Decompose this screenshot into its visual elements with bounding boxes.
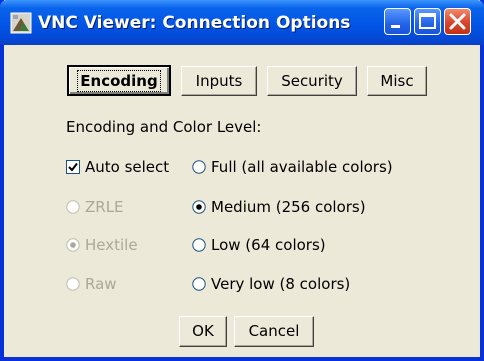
auto-select-label: Auto select bbox=[85, 158, 170, 176]
radio-unselected-icon bbox=[66, 277, 80, 291]
tab-misc-label: Misc bbox=[380, 72, 414, 90]
radio-selected-icon bbox=[66, 238, 80, 252]
radio-zrle-label: ZRLE bbox=[85, 198, 124, 216]
radio-color-full-label: Full (all available colors) bbox=[211, 158, 393, 176]
radio-unselected-icon bbox=[192, 277, 206, 291]
ok-button-label: OK bbox=[192, 322, 214, 340]
radio-unselected-icon bbox=[192, 160, 206, 174]
radio-color-low-label: Low (64 colors) bbox=[211, 236, 326, 254]
radio-color-very-low-label: Very low (8 colors) bbox=[211, 275, 351, 293]
dialog-content: Encoding Inputs Security Misc Encoding a… bbox=[4, 45, 480, 357]
minimize-button[interactable] bbox=[384, 8, 411, 35]
radio-unselected-icon bbox=[192, 238, 206, 252]
tab-encoding-label: Encoding bbox=[77, 70, 161, 92]
close-button[interactable] bbox=[444, 8, 471, 35]
cancel-button[interactable]: Cancel bbox=[234, 316, 314, 347]
radio-raw-label: Raw bbox=[85, 275, 117, 293]
radio-color-medium-label: Medium (256 colors) bbox=[211, 198, 366, 216]
cancel-button-label: Cancel bbox=[248, 322, 300, 340]
tab-encoding[interactable]: Encoding bbox=[67, 65, 171, 96]
tab-misc[interactable]: Misc bbox=[367, 66, 427, 96]
radio-selected-icon bbox=[192, 200, 206, 214]
title-bar[interactable]: VNC Viewer: Connection Options bbox=[0, 0, 484, 45]
minimize-icon bbox=[391, 25, 400, 28]
close-icon bbox=[449, 13, 466, 30]
radio-unselected-icon bbox=[66, 200, 80, 214]
maximize-button[interactable] bbox=[414, 8, 441, 35]
checkbox-checked-icon bbox=[66, 160, 80, 174]
vnc-app-icon bbox=[10, 12, 32, 34]
maximize-icon bbox=[419, 13, 436, 29]
tab-security-label: Security bbox=[281, 72, 343, 90]
connection-options-window: VNC Viewer: Connection Options Encoding … bbox=[0, 0, 484, 361]
encoding-section-label: Encoding and Color Level: bbox=[66, 118, 262, 136]
tab-security[interactable]: Security bbox=[267, 66, 357, 96]
ok-button[interactable]: OK bbox=[179, 316, 227, 347]
radio-hextile-label: Hextile bbox=[85, 236, 138, 254]
window-title: VNC Viewer: Connection Options bbox=[38, 13, 351, 33]
tab-inputs[interactable]: Inputs bbox=[181, 66, 257, 96]
tab-inputs-label: Inputs bbox=[195, 72, 243, 90]
